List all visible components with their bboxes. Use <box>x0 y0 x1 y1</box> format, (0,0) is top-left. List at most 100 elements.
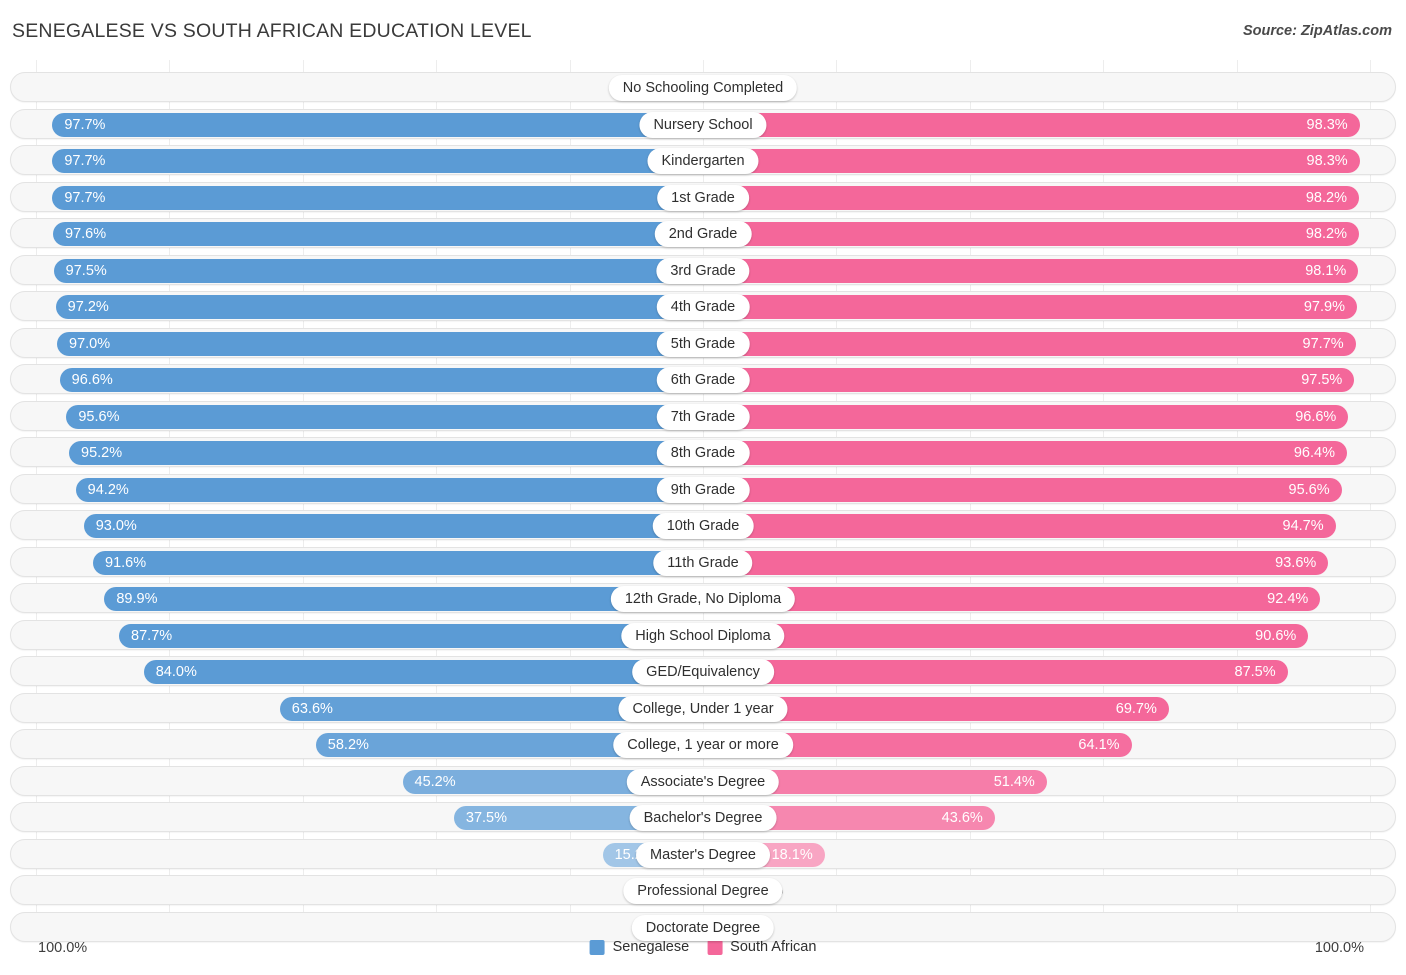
category-label-8th-grade[interactable]: 8th Grade <box>656 440 750 466</box>
chart-row: 97.7% 98.3% Nursery School <box>10 108 1396 139</box>
bar-value-south-african: 98.3% <box>1306 153 1348 169</box>
legend-item-south-african[interactable]: South African <box>707 939 816 955</box>
chart-row: 63.6% 69.7% College, Under 1 year <box>10 692 1396 723</box>
chart-row: 97.6% 98.2% 2nd Grade <box>10 218 1396 248</box>
category-label-college-under-1-year[interactable]: College, Under 1 year <box>618 695 788 722</box>
chart-row: 97.0% 97.7% 5th Grade <box>10 327 1396 358</box>
category-label-no-schooling-completed[interactable]: No Schooling Completed <box>608 75 798 101</box>
chart-row: 45.2% 51.4% Associate's Degree <box>10 765 1396 796</box>
chart-row-inner: 15.2%18.1%Master's Degree <box>11 840 1395 868</box>
chart-row-inner: 95.2% 96.4% 8th Grade <box>11 438 1395 466</box>
category-label-12th-grade-no-diploma[interactable]: 12th Grade, No Diploma <box>610 586 796 612</box>
bar-value-south-african: 97.9% <box>1303 299 1345 315</box>
category-label-professional-degree[interactable]: Professional Degree <box>623 878 783 904</box>
category-label-3rd-grade[interactable]: 3rd Grade <box>656 257 750 284</box>
category-label-10th-grade[interactable]: 10th Grade <box>652 513 754 539</box>
category-label-associate-s-degree[interactable]: Associate's Degree <box>626 768 780 795</box>
category-label-college-1-year-or-more[interactable]: College, 1 year or more <box>613 732 793 758</box>
chart-row-inner: 97.7% 98.2% 1st Grade <box>11 183 1395 211</box>
source-attribution: Source: ZipAtlas.com <box>1242 23 1392 39</box>
bar-senegalese[interactable] <box>75 477 704 502</box>
bar-senegalese[interactable] <box>143 660 704 684</box>
chart-row: 97.7% 98.3% Kindergarten <box>10 145 1396 175</box>
legend-label-south-african: South African <box>730 939 817 955</box>
bar-senegalese[interactable] <box>52 149 704 173</box>
bar-value-south-african: 96.4% <box>1293 445 1335 461</box>
category-label-7th-grade[interactable]: 7th Grade <box>656 403 750 430</box>
chart-row: 95.6% 96.6% 7th Grade <box>10 400 1396 431</box>
bar-value-senegalese: 4.6% <box>11 876 665 906</box>
bar-value-senegalese: 97.0% <box>69 335 111 352</box>
chart-row-inner: 97.5% 98.1% 3rd Grade <box>11 256 1395 284</box>
category-label-11th-grade[interactable]: 11th Grade <box>653 549 753 576</box>
bar-value-south-african: 93.6% <box>1275 554 1317 571</box>
chart-row: 15.2%18.1%Master's Degree <box>10 838 1396 869</box>
bar-value-south-african: 97.5% <box>1301 372 1343 388</box>
category-label-master-s-degree[interactable]: Master's Degree <box>636 841 770 868</box>
category-label-6th-grade[interactable]: 6th Grade <box>656 367 750 393</box>
bar-senegalese[interactable] <box>52 185 704 210</box>
legend-swatch-south-african <box>707 939 723 955</box>
bar-value-south-african: 96.6% <box>1295 408 1337 425</box>
bar-value-south-african: 94.7% <box>1282 518 1324 534</box>
chart-row-inner: 95.6% 96.6% 7th Grade <box>11 402 1395 430</box>
bar-value-senegalese: 2.3% <box>11 73 681 103</box>
chart-row-inner: 97.7% 98.3% Nursery School <box>11 110 1395 138</box>
bar-value-south-african: 98.1% <box>1305 262 1347 279</box>
category-label-ged-equivalency[interactable]: GED/Equivalency <box>632 659 774 685</box>
chart-row-inner: 94.2% 95.6% 9th Grade <box>11 475 1395 503</box>
category-label-9th-grade[interactable]: 9th Grade <box>656 476 750 503</box>
category-label-1st-grade[interactable]: 1st Grade <box>657 184 749 211</box>
bar-value-senegalese: 97.7% <box>64 116 106 133</box>
chart-row-inner: 87.7% 90.6% High School Diploma <box>11 621 1395 649</box>
bar-senegalese[interactable] <box>57 331 704 356</box>
bar-senegalese[interactable] <box>119 623 704 648</box>
category-label-doctorate-degree[interactable]: Doctorate Degree <box>631 914 775 941</box>
bar-senegalese[interactable] <box>53 258 704 283</box>
bar-senegalese[interactable] <box>66 404 704 429</box>
chart-row-inner: 45.2% 51.4% Associate's Degree <box>11 767 1395 795</box>
chart-row-inner: 63.6% 69.7% College, Under 1 year <box>11 694 1395 722</box>
chart-row-inner: 58.2% 64.1% College, 1 year or more <box>11 730 1395 758</box>
legend-item-senegalese[interactable]: Senegalese <box>589 939 689 955</box>
bar-senegalese[interactable] <box>59 368 704 392</box>
chart-row-inner: 89.9% 92.4% 12th Grade, No Diploma <box>11 584 1395 612</box>
bar-senegalese[interactable] <box>53 222 704 246</box>
bar-senegalese[interactable] <box>93 550 704 575</box>
bar-value-senegalese: 95.6% <box>78 408 120 425</box>
chart-row: 97.5% 98.1% 3rd Grade <box>10 254 1396 285</box>
chart-row: 94.2% 95.6% 9th Grade <box>10 473 1396 504</box>
chart-row: 58.2% 64.1% College, 1 year or more <box>10 729 1396 759</box>
chart-row-inner: 97.6% 98.2% 2nd Grade <box>11 219 1395 247</box>
chart-row-inner: 2.3%1.8%No Schooling Completed <box>11 73 1395 101</box>
category-label-nursery-school[interactable]: Nursery School <box>639 111 767 138</box>
bar-value-senegalese: 58.2% <box>327 737 369 753</box>
bar-value-south-african: 98.3% <box>1306 116 1348 133</box>
bar-value-senegalese: 93.0% <box>95 518 137 534</box>
chart-plot-area: 2.3%1.8%No Schooling Completed 97.7% 98.3%… <box>0 60 1406 942</box>
chart-row: 4.6%5.7%Professional Degree <box>10 875 1396 905</box>
category-label-kindergarten[interactable]: Kindergarten <box>647 148 759 174</box>
category-label-5th-grade[interactable]: 5th Grade <box>656 330 750 357</box>
bar-value-senegalese: 97.2% <box>67 299 109 315</box>
chart-header: SENEGALESE VS SOUTH AFRICAN EDUCATION LE… <box>0 0 1406 58</box>
bar-senegalese[interactable] <box>52 112 704 137</box>
chart-row: 93.0% 94.7% 10th Grade <box>10 510 1396 540</box>
bar-senegalese[interactable] <box>55 295 704 319</box>
axis-right-max-label: 100.0% <box>1314 940 1364 956</box>
chart-row-inner: 4.6%5.7%Professional Degree <box>11 876 1395 904</box>
category-label-4th-grade[interactable]: 4th Grade <box>656 294 750 320</box>
category-label-2nd-grade[interactable]: 2nd Grade <box>654 221 752 247</box>
category-label-bachelor-s-degree[interactable]: Bachelor's Degree <box>629 805 777 831</box>
bar-value-senegalese: 97.5% <box>65 262 107 279</box>
category-label-high-school-diploma[interactable]: High School Diploma <box>621 622 785 649</box>
chart-row-inner: 96.6% 97.5% 6th Grade <box>11 365 1395 393</box>
bar-senegalese[interactable] <box>69 441 704 465</box>
bar-senegalese[interactable] <box>83 514 704 538</box>
chart-row: 87.7% 90.6% High School Diploma <box>10 619 1396 650</box>
chart-legend: Senegalese South African <box>589 939 816 955</box>
bar-value-senegalese: 37.5% <box>465 810 507 826</box>
axis-left-max-label: 100.0% <box>38 940 88 956</box>
chart-row: 37.5% 43.6% Bachelor's Degree <box>10 802 1396 832</box>
bar-value-senegalese: 84.0% <box>155 664 197 680</box>
